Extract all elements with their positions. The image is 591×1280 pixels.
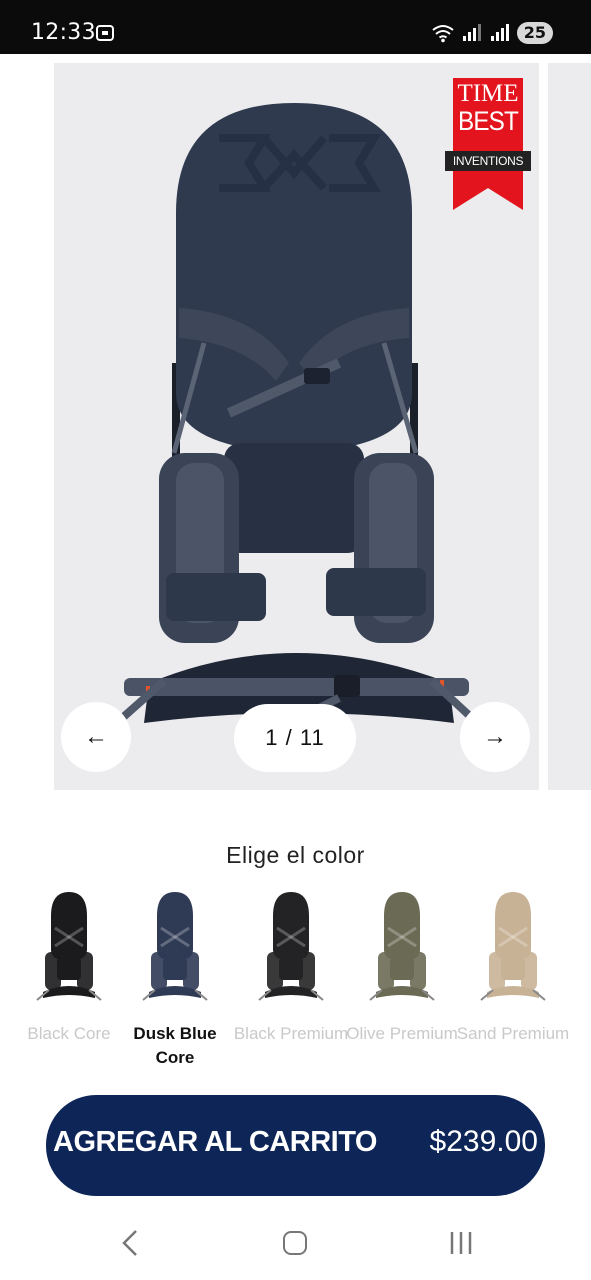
color-option-sand-premium[interactable]: Sand Premium (457, 886, 569, 1076)
add-to-cart-button[interactable]: AGREGAR AL CARRITO $239.00 (46, 1095, 545, 1196)
badge-line3: INVENTIONS (445, 151, 531, 171)
signal-icon-2 (490, 24, 509, 41)
badge-line2: BEST (458, 106, 519, 136)
back-icon[interactable] (118, 1228, 142, 1258)
color-option-olive-premium[interactable]: Olive Premium (346, 886, 458, 1076)
color-option-label: Sand Premium (456, 1024, 570, 1043)
price-label: $239.00 (429, 1125, 538, 1158)
next-slide-peek[interactable] (548, 63, 591, 790)
product-carousel[interactable]: TIME BEST INVENTIONS ← 1 / 11 → (0, 54, 591, 800)
color-option-black-premium[interactable]: Black Premium (234, 886, 348, 1076)
carousel-counter: 1 / 11 (234, 704, 356, 772)
color-option-label: Black Premium (233, 1024, 349, 1043)
color-swatches: Black Core Dusk Blue Core Black Premium … (13, 886, 573, 1076)
add-to-cart-label: AGREGAR AL CARRITO (53, 1126, 377, 1158)
carousel-next-button[interactable]: → (460, 702, 530, 772)
status-icons: 25 (431, 20, 553, 46)
status-bar: 12:33 25 (0, 0, 591, 54)
product-image[interactable]: TIME BEST INVENTIONS (54, 63, 539, 790)
screenshot-icon (96, 25, 114, 41)
signal-icon (462, 24, 481, 41)
color-option-label: Olive Premium (346, 1024, 458, 1043)
badge-line1: TIME (457, 80, 519, 107)
color-option-black-core[interactable]: Black Core (13, 886, 125, 1076)
time-best-inventions-badge: TIME BEST INVENTIONS (445, 78, 531, 210)
color-chooser-title: Elige el color (226, 842, 365, 868)
color-option-label: Dusk Blue Core (133, 1024, 217, 1067)
status-time: 12:33 (31, 20, 96, 45)
swatch-image (369, 892, 435, 1001)
recent-apps-icon[interactable] (448, 1230, 474, 1256)
home-icon[interactable] (283, 1231, 307, 1255)
swatch-image (36, 892, 102, 1001)
wifi-icon (432, 25, 454, 43)
battery-icon: 25 (516, 22, 553, 44)
color-option-dusk-blue-core[interactable]: Dusk Blue Core (119, 886, 231, 1076)
swatch-image (142, 892, 208, 1001)
arrow-left-icon: ← (84, 723, 108, 750)
swatch-image (480, 892, 546, 1001)
carousel-prev-button[interactable]: ← (61, 702, 131, 772)
system-navigation-bar (0, 1210, 591, 1280)
swatch-image (258, 892, 324, 1001)
arrow-right-icon: → (483, 723, 507, 750)
